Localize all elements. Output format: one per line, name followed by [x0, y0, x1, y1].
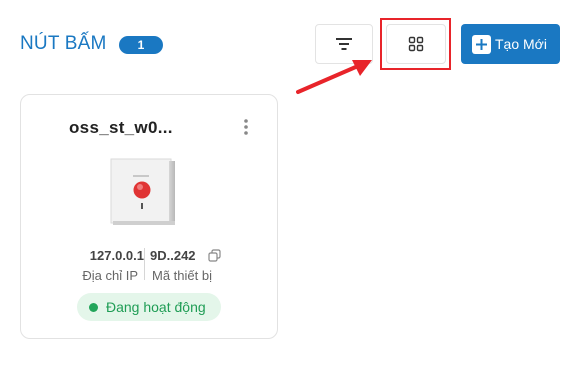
count-badge: 1 — [119, 36, 163, 54]
status-badge: Đang hoạt động — [77, 293, 221, 321]
device-name: oss_st_w0... — [69, 118, 173, 137]
create-button[interactable]: Tạo Mới — [461, 24, 560, 64]
device-image — [110, 158, 175, 225]
copy-icon[interactable] — [208, 249, 221, 262]
highlight-box — [380, 18, 451, 70]
ip-value: 127.0.0.1 — [89, 248, 144, 263]
status-dot — [89, 302, 98, 312]
filter-lines-icon — [336, 38, 352, 50]
pointer-arrow — [296, 60, 372, 94]
create-button-label: Tạo Mới — [495, 36, 547, 52]
device-code-value: 9D..242 — [150, 248, 196, 263]
more-vertical-icon[interactable] — [243, 119, 249, 135]
page-title: NÚT BẤM — [20, 33, 107, 54]
plus-icon — [472, 34, 491, 54]
divider — [144, 248, 145, 280]
ip-label: Địa chỉ IP — [82, 268, 138, 283]
status-text: Đang hoạt động — [106, 299, 206, 315]
page: NÚT BẤM 1 Tạo Mới oss_st_w0... 127.0.0.1… — [0, 0, 582, 378]
device-card[interactable]: oss_st_w0... 127.0.0.1 Địa chỉ IP 9D..24… — [20, 94, 278, 339]
device-code-label: Mã thiết bị — [152, 268, 212, 283]
